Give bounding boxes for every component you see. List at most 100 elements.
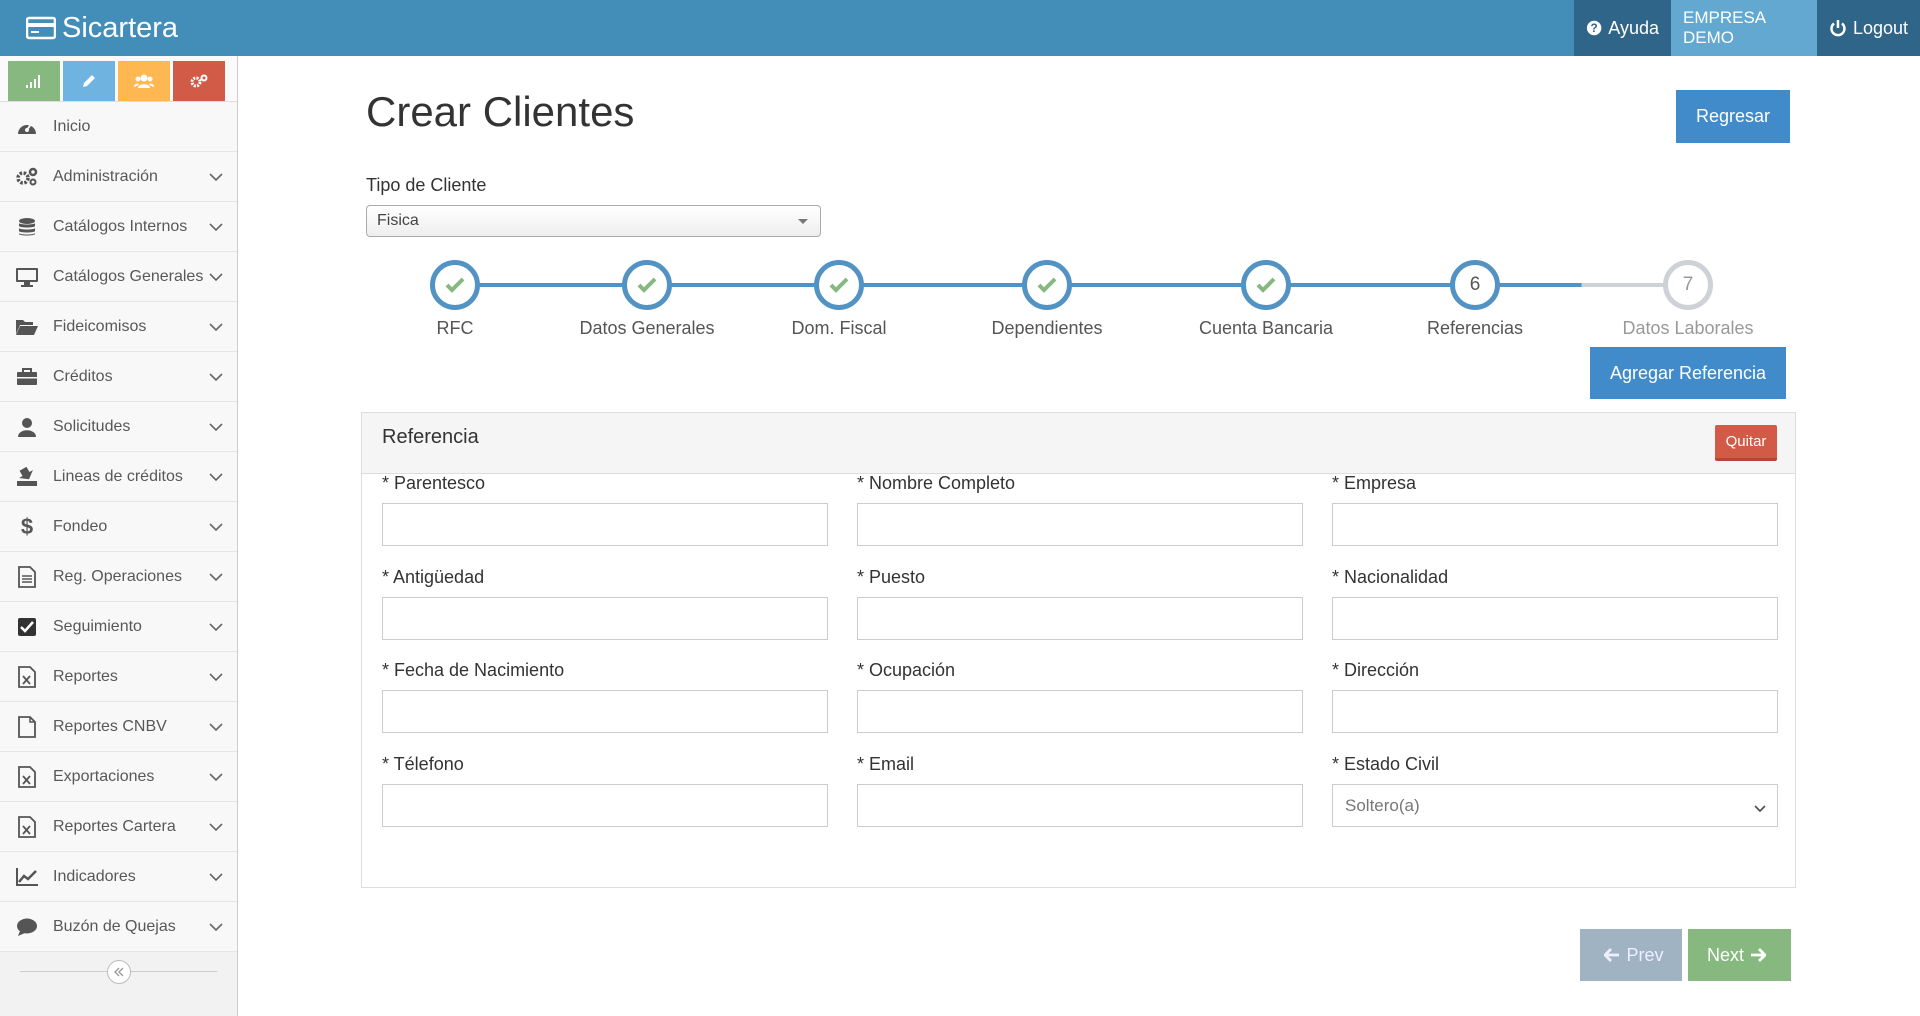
sidebar-menu: Inicio Administración Catálogos Internos Ca… [0, 102, 237, 952]
step-connector [647, 283, 839, 287]
step-3-indicator[interactable] [814, 260, 864, 310]
client-type-select[interactable]: Fisica [366, 205, 821, 237]
prev-button[interactable]: Prev [1580, 929, 1682, 981]
next-button[interactable]: Next [1688, 929, 1791, 981]
field-input[interactable] [1332, 503, 1778, 546]
step-7-indicator[interactable]: 7 [1663, 260, 1713, 310]
sidebar-item[interactable]: Reportes Cartera [0, 802, 237, 852]
sidebar-item[interactable]: Reportes [0, 652, 237, 702]
client-type-value: Fisica [377, 212, 419, 229]
company-selector[interactable]: EMPRESA DEMO [1671, 0, 1817, 56]
step-connector [1266, 283, 1475, 287]
user-icon [14, 415, 40, 439]
field-input[interactable] [382, 597, 828, 640]
add-reference-button[interactable]: Agregar Referencia [1590, 347, 1786, 399]
chevron-down-icon [209, 219, 223, 237]
field-label: * Télefono [382, 754, 464, 774]
sidebar-item-label: Reg. Operaciones [53, 567, 182, 585]
sidebar-item[interactable]: Reg. Operaciones [0, 552, 237, 602]
form-field: * Empresa [1332, 473, 1778, 546]
shortcut-signal-button[interactable] [8, 61, 60, 101]
shortcut-cogs-button[interactable] [173, 61, 225, 101]
step-2-indicator[interactable] [622, 260, 672, 310]
sidebar-item[interactable]: Buzón de Quejas [0, 902, 237, 952]
field-input[interactable] [857, 690, 1303, 733]
client-type-label: Tipo de Cliente [366, 175, 487, 195]
sidebar-shortcuts [0, 56, 237, 102]
field-input[interactable] [1332, 690, 1778, 733]
step-1-indicator[interactable] [430, 260, 480, 310]
reference-panel: Referencia Quitar * Parentesco * Nombre C… [361, 412, 1796, 888]
step-label: RFC [436, 318, 474, 338]
sidebar-item[interactable]: Seguimiento [0, 602, 237, 652]
question-circle-icon: ? [1586, 20, 1602, 36]
file-excel-icon [14, 815, 40, 839]
signal-icon [26, 75, 40, 88]
shortcut-pencil-button[interactable] [63, 61, 115, 101]
sidebar-item-label: Indicadores [53, 867, 136, 885]
remove-reference-button[interactable]: Quitar [1715, 425, 1777, 461]
sidebar-item[interactable]: Catálogos Generales [0, 252, 237, 302]
svg-text:$: $ [21, 516, 33, 538]
field-label: * Nacionalidad [1332, 567, 1449, 587]
step-label: Datos Laborales [1622, 318, 1754, 338]
sidebar-item-label: Seguimiento [53, 617, 142, 635]
field-input[interactable] [857, 597, 1303, 640]
sidebar-item[interactable]: Solicitudes [0, 402, 237, 452]
form-field: * Nombre Completo [857, 473, 1303, 546]
collapse-sidebar-button[interactable] [106, 960, 131, 984]
step-5-indicator[interactable] [1241, 260, 1291, 310]
users-icon [134, 74, 154, 88]
chevron-down-icon [209, 169, 223, 187]
sidebar-item[interactable]: Lineas de créditos [0, 452, 237, 502]
sidebar-item-label: Fideicomisos [53, 317, 147, 335]
download-icon [14, 465, 40, 489]
logout-button[interactable]: Logout [1817, 0, 1920, 56]
chevron-down-icon [209, 269, 223, 287]
field-label: * Parentesco [382, 473, 486, 493]
sidebar-item[interactable]: Inicio [0, 102, 237, 152]
field-input[interactable] [1332, 597, 1778, 640]
field-input[interactable] [382, 503, 828, 546]
back-button[interactable]: Regresar [1676, 90, 1790, 143]
sidebar-item[interactable]: Reportes CNBV [0, 702, 237, 752]
arrow-right-icon [1751, 948, 1766, 962]
prev-label: Prev [1626, 944, 1664, 965]
shortcut-users-button[interactable] [118, 61, 170, 101]
field-input[interactable] [382, 784, 828, 827]
field-label: * Email [857, 754, 915, 774]
cogs-icon [190, 74, 208, 88]
sidebar-item[interactable]: Administración [0, 152, 237, 202]
sidebar-item-label: Inicio [53, 117, 91, 135]
chevron-down-icon [209, 719, 223, 737]
step-4-indicator[interactable] [1022, 260, 1072, 310]
desktop-icon [14, 265, 40, 289]
brand-logo[interactable]: Sicartera [26, 0, 178, 56]
field-label: * Ocupación [857, 660, 956, 680]
chevron-down-icon [209, 569, 223, 587]
field-input[interactable] [857, 503, 1303, 546]
chevron-down-icon [209, 319, 223, 337]
check-square-icon [14, 615, 40, 639]
sidebar-item[interactable]: Exportaciones [0, 752, 237, 802]
field-value: Soltero(a) [1345, 795, 1420, 815]
credit-card-icon [26, 16, 56, 40]
power-icon [1830, 20, 1846, 37]
step-6-indicator[interactable]: 6 [1450, 260, 1500, 310]
step-number: 7 [1682, 274, 1694, 295]
panel-title: Referencia [382, 426, 479, 448]
sidebar-item[interactable]: Créditos [0, 352, 237, 402]
sidebar-item[interactable]: $ Fondeo [0, 502, 237, 552]
chevron-down-icon [209, 669, 223, 687]
sidebar-item[interactable]: Indicadores [0, 852, 237, 902]
sidebar-item[interactable]: Catálogos Internos [0, 202, 237, 252]
chevron-down-icon [209, 469, 223, 487]
help-button[interactable]: ? Ayuda [1574, 0, 1671, 56]
chevron-down-icon [209, 519, 223, 537]
chevron-down-icon [1753, 799, 1767, 819]
field-input[interactable] [857, 784, 1303, 827]
sidebar-item[interactable]: Fideicomisos [0, 302, 237, 352]
sidebar-item-label: Reportes CNBV [53, 717, 167, 735]
field-select[interactable]: Soltero(a) [1332, 784, 1778, 827]
field-input[interactable] [382, 690, 828, 733]
